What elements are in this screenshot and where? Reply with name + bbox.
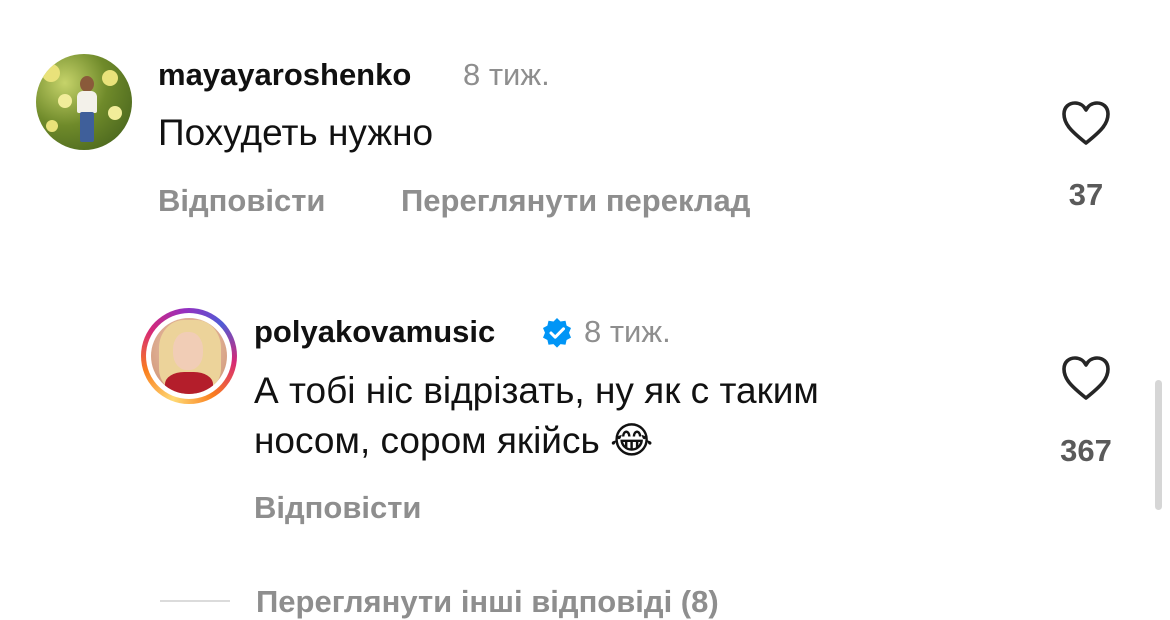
comment-username[interactable]: mayayaroshenko bbox=[158, 57, 411, 93]
verified-badge-icon bbox=[541, 317, 573, 349]
replies-divider bbox=[160, 600, 230, 602]
scrollbar[interactable] bbox=[1155, 380, 1162, 510]
comment-username[interactable]: polyakovamusic bbox=[254, 314, 495, 350]
comment-timestamp: 8 тиж. bbox=[584, 314, 671, 349]
comment-text-line-1: А тобі ніс відрізать, ну як с таким bbox=[254, 370, 819, 411]
comment-text-line-2: носом, сором якійсь 😂 bbox=[254, 416, 653, 466]
like-count: 37 bbox=[1068, 177, 1104, 212]
like-count: 367 bbox=[1060, 433, 1112, 468]
comment-text: Похудеть нужно bbox=[158, 112, 434, 153]
reply-button[interactable]: Відповісти bbox=[254, 490, 422, 526]
view-translation-button[interactable]: Переглянути переклад bbox=[401, 183, 750, 219]
avatar bbox=[151, 318, 227, 394]
reply-button[interactable]: Відповісти bbox=[158, 183, 326, 219]
laughing-emoji-icon: 😂 bbox=[610, 420, 654, 461]
avatar-story-ring[interactable] bbox=[141, 308, 237, 404]
heart-outline-icon[interactable] bbox=[1061, 355, 1111, 401]
heart-outline-icon[interactable] bbox=[1061, 100, 1111, 146]
comment-timestamp: 8 тиж. bbox=[463, 57, 550, 92]
comment-text: носом, сором якійсь bbox=[254, 420, 600, 461]
avatar[interactable] bbox=[36, 54, 132, 150]
